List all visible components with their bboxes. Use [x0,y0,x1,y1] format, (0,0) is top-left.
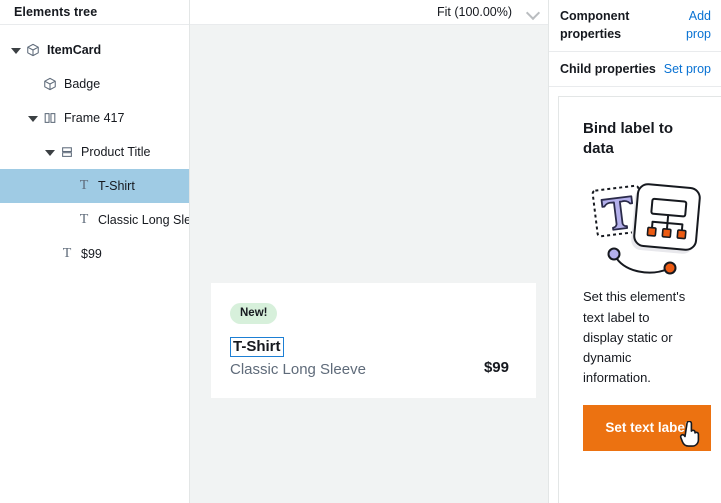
zoom-level-select[interactable]: Fit (100.00%) [437,5,540,19]
properties-panel: Component properties Add prop Child prop… [548,0,721,503]
product-card-preview[interactable]: New! T-Shirt Classic Long Sleeve $99 [211,283,536,398]
tree-item-badge[interactable]: Badge [0,67,189,101]
bind-label-illustration [589,174,709,279]
product-price[interactable]: $99 [484,359,512,378]
canvas-toolbar: Fit (100.00%) [190,0,548,25]
tree-item-label: Frame 417 [64,111,125,125]
component-properties-title: Component properties [560,9,630,42]
tree-item-frame-417[interactable]: Frame 417 [0,101,189,135]
caret-expanded-icon[interactable] [10,44,22,56]
caret-placeholder [61,214,73,226]
text-icon: T [79,212,89,227]
tree-item-label: ItemCard [47,43,102,57]
tree-item-t-shirt[interactable]: T T-Shirt [0,169,189,203]
elements-tree-header: Elements tree [0,0,189,25]
elements-tree-list: ItemCard Badge Frame 417 Product Title T T-Sh… [0,25,189,271]
status-badge: New! [230,303,278,324]
bind-label-hint-card: Bind label to data Set this element's te… [558,96,721,503]
tree-item-99[interactable]: T $99 [0,237,189,271]
tree-item-product-title[interactable]: Product Title [0,135,189,169]
tree-item-itemcard[interactable]: ItemCard [0,33,189,67]
text-icon: T [62,246,72,261]
set-text-label-button[interactable]: Set text label [583,405,711,451]
set-property-link[interactable]: Set prop [664,60,711,78]
component-properties-section: Component properties Add prop [549,0,721,53]
text-icon: T [79,178,89,193]
caret-placeholder [61,180,73,192]
caret-expanded-icon[interactable] [44,146,56,158]
product-title-selected[interactable]: T-Shirt [230,336,284,357]
elements-tree-panel: Elements tree ItemCard Badge Frame 417 Prod… [0,0,190,503]
caret-placeholder [44,248,56,260]
caret-placeholder [27,78,39,90]
cube-icon [42,76,58,92]
hint-body-text: Set this element's text label to display… [583,289,686,385]
tree-item-label: Badge [64,77,101,91]
product-card-body: T-Shirt Classic Long Sleeve $99 [230,336,512,379]
hint-heading: Bind label to data [583,120,673,157]
product-subtitle[interactable]: Classic Long Sleeve [230,361,366,378]
app-root: Elements tree ItemCard Badge Frame 417 Prod… [0,0,721,503]
tree-item-label: Classic Long Slee [98,213,189,227]
zoom-level-label: Fit (100.00%) [436,5,512,19]
cube-icon [25,42,41,58]
child-properties-section: Child properties Set prop [549,52,721,88]
columns-icon [42,110,58,126]
tree-item-label: Product Title [81,145,151,159]
add-property-link[interactable]: Add prop [662,7,711,43]
caret-expanded-icon[interactable] [27,112,39,124]
chevron-down-icon [526,5,540,19]
set-text-label-button-text: Set text label [605,420,689,436]
product-titles: T-Shirt Classic Long Sleeve [230,336,366,379]
tree-item-classic-long-slee[interactable]: T Classic Long Slee [0,203,189,237]
child-properties-title: Child properties [560,62,656,77]
canvas-area: Fit (100.00%) New! T-Shirt Classic Long … [190,0,548,503]
tree-item-label: T-Shirt [98,179,135,193]
rows-icon [59,144,75,160]
tree-item-label: $99 [81,247,102,261]
